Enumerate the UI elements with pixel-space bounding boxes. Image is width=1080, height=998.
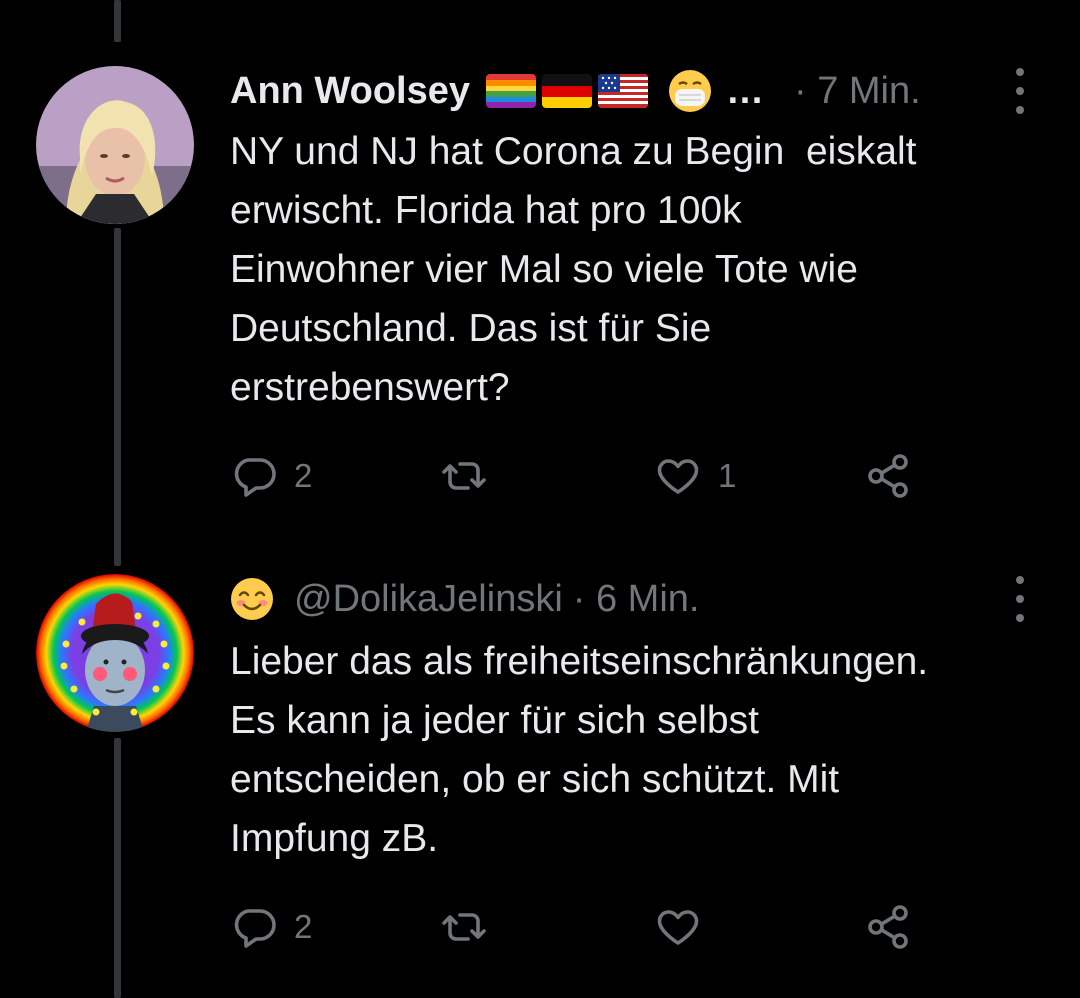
reply-count: 2 bbox=[294, 908, 313, 945]
reply-count: 2 bbox=[294, 457, 313, 494]
retweet-icon bbox=[442, 462, 486, 490]
tweet-header: @DolikaJelinski · 6 Min. bbox=[230, 574, 699, 624]
more-dot-icon bbox=[1016, 68, 1024, 76]
tweet-time[interactable]: · 7 Min. bbox=[794, 70, 921, 113]
like-button[interactable]: 1 bbox=[654, 451, 736, 501]
tweet-text: NY und NJ hat Corona zu Begin eiskalt er… bbox=[230, 130, 917, 409]
like-button[interactable] bbox=[654, 902, 718, 952]
retweet-icon bbox=[442, 913, 486, 941]
more-dot-icon bbox=[1016, 595, 1024, 603]
smiling-face-emoji-icon bbox=[231, 578, 273, 620]
reply-icon bbox=[234, 458, 276, 497]
share-button[interactable] bbox=[864, 451, 912, 501]
tweet-header: Ann Woolsey … · 7 Min. bbox=[230, 66, 921, 116]
avatar[interactable] bbox=[36, 66, 194, 224]
tweet-time[interactable]: · 6 Min. bbox=[573, 578, 700, 621]
avatar[interactable] bbox=[36, 574, 194, 732]
reply-button[interactable]: 2 bbox=[230, 902, 312, 952]
rainbow-flag-icon bbox=[486, 74, 536, 108]
germany-flag-icon bbox=[542, 74, 592, 108]
retweet-button[interactable] bbox=[440, 902, 504, 952]
heart-icon bbox=[657, 910, 699, 945]
tweet[interactable]: Ann Woolsey … · 7 Min. NY und NJ hat Cor… bbox=[0, 0, 1080, 540]
more-dot-icon bbox=[1016, 576, 1024, 584]
usa-flag-icon bbox=[598, 74, 648, 108]
more-options-button[interactable] bbox=[1008, 68, 1032, 114]
more-dot-icon bbox=[1016, 614, 1024, 622]
share-icon bbox=[868, 454, 908, 498]
name-truncation: … bbox=[726, 69, 764, 112]
tweet-text: Lieber das als freiheitseinschränkungen.… bbox=[230, 640, 929, 860]
reply-icon bbox=[234, 909, 276, 948]
mask-face-emoji-icon bbox=[669, 70, 711, 112]
share-button[interactable] bbox=[864, 902, 912, 952]
more-dot-icon bbox=[1016, 87, 1024, 95]
name-emoji-group bbox=[486, 69, 712, 113]
reply-button[interactable]: 2 bbox=[230, 451, 312, 501]
heart-icon bbox=[657, 459, 699, 494]
user-handle[interactable]: @DolikaJelinski bbox=[294, 578, 563, 621]
tweet[interactable]: @DolikaJelinski · 6 Min. Lieber das als … bbox=[0, 560, 1080, 998]
like-count: 1 bbox=[718, 457, 737, 494]
retweet-button[interactable] bbox=[440, 451, 504, 501]
display-name[interactable]: Ann Woolsey bbox=[230, 70, 470, 113]
more-options-button[interactable] bbox=[1008, 576, 1032, 622]
share-icon bbox=[868, 905, 908, 949]
more-dot-icon bbox=[1016, 106, 1024, 114]
